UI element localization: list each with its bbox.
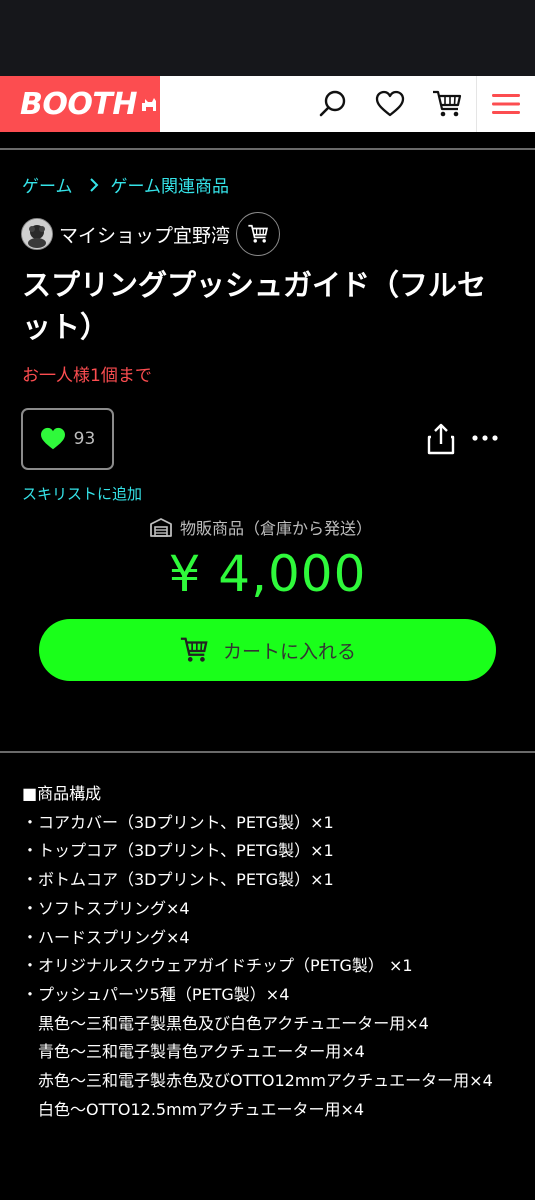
- purchase-limit: お一人様1個まで: [22, 366, 152, 386]
- description-line: ・ソフトスプリング×4: [22, 898, 190, 918]
- warehouse-icon: [150, 518, 172, 537]
- cart-icon: [180, 637, 208, 662]
- divider: [0, 751, 535, 753]
- shipping-type: 物販商品（倉庫から発送）: [150, 515, 372, 539]
- product-description: ■商品構成 ・コアカバー（3Dプリント、PETG製）×1 ・トップコア（3Dプリ…: [22, 780, 512, 1136]
- booth-logo[interactable]: BOOTH: [0, 76, 160, 132]
- logo-text: BOOTH: [20, 86, 137, 122]
- add-to-cart-button[interactable]: カートに入れる: [39, 619, 496, 681]
- description-line: ・プッシュパーツ5種（PETG製）×4: [22, 984, 290, 1004]
- more-dots-icon: [472, 435, 498, 441]
- description-line: ■商品構成: [22, 784, 102, 803]
- like-button[interactable]: 93: [21, 408, 114, 470]
- description-line: ・ハードスプリング×4: [22, 927, 190, 947]
- description-line: 青色〜三和電子製青色アクチュエーター用×4: [22, 1042, 365, 1062]
- menu-button[interactable]: [476, 76, 535, 132]
- shipping-type-label: 物販商品（倉庫から発送）: [180, 519, 373, 538]
- shop-cart-button[interactable]: [236, 212, 281, 256]
- cart-icon[interactable]: [429, 86, 465, 122]
- description-line: ・ボトムコア（3Dプリント、PETG製）×1: [22, 870, 334, 890]
- description-line: 白色〜OTTO12.5mmアクチュエーター用×4: [22, 1099, 365, 1119]
- chevron-right-icon: [89, 177, 98, 192]
- heart-icon: [40, 427, 65, 450]
- share-button[interactable]: [425, 422, 457, 456]
- shop-name[interactable]: マイショップ宜野湾: [59, 221, 230, 248]
- heart-icon[interactable]: [372, 86, 408, 122]
- description-line: ・コアカバー（3Dプリント、PETG製）×1: [22, 812, 334, 832]
- breadcrumb-item-game-goods[interactable]: ゲーム関連商品: [111, 172, 230, 197]
- search-icon[interactable]: [315, 86, 351, 122]
- description-line: 赤色〜三和電子製赤色及びOTTO12mmアクチュエーター用×4: [22, 1071, 493, 1091]
- breadcrumb-item-game[interactable]: ゲーム: [22, 172, 73, 197]
- more-options-button[interactable]: [470, 428, 500, 448]
- divider: [0, 148, 535, 150]
- share-icon: [427, 423, 455, 455]
- cart-icon: [248, 224, 268, 243]
- description-line: 黒色〜三和電子製黒色及び白色アクチュエーター用×4: [22, 1013, 429, 1033]
- like-count: 93: [73, 429, 96, 449]
- breadcrumb: ゲーム ゲーム関連商品: [22, 172, 229, 197]
- add-to-cart-label: カートに入れる: [222, 640, 356, 663]
- product-title: スプリングプッシュガイド（フルセット）: [22, 268, 487, 344]
- product-price: ¥ 4,000: [168, 545, 367, 603]
- menu-icon: [492, 94, 520, 114]
- add-to-wishlist-link[interactable]: スキリストに追加: [22, 483, 142, 504]
- shop-info: マイショップ宜野湾: [21, 212, 281, 256]
- dog-logo-icon: [141, 98, 156, 111]
- shop-avatar[interactable]: [21, 218, 53, 250]
- description-line: ・オリジナルスクウェアガイドチップ（PETG製） ×1: [22, 956, 413, 976]
- site-header: BOOTH: [0, 76, 535, 132]
- status-bar: [0, 0, 535, 76]
- description-line: ・トップコア（3Dプリント、PETG製）×1: [22, 841, 334, 861]
